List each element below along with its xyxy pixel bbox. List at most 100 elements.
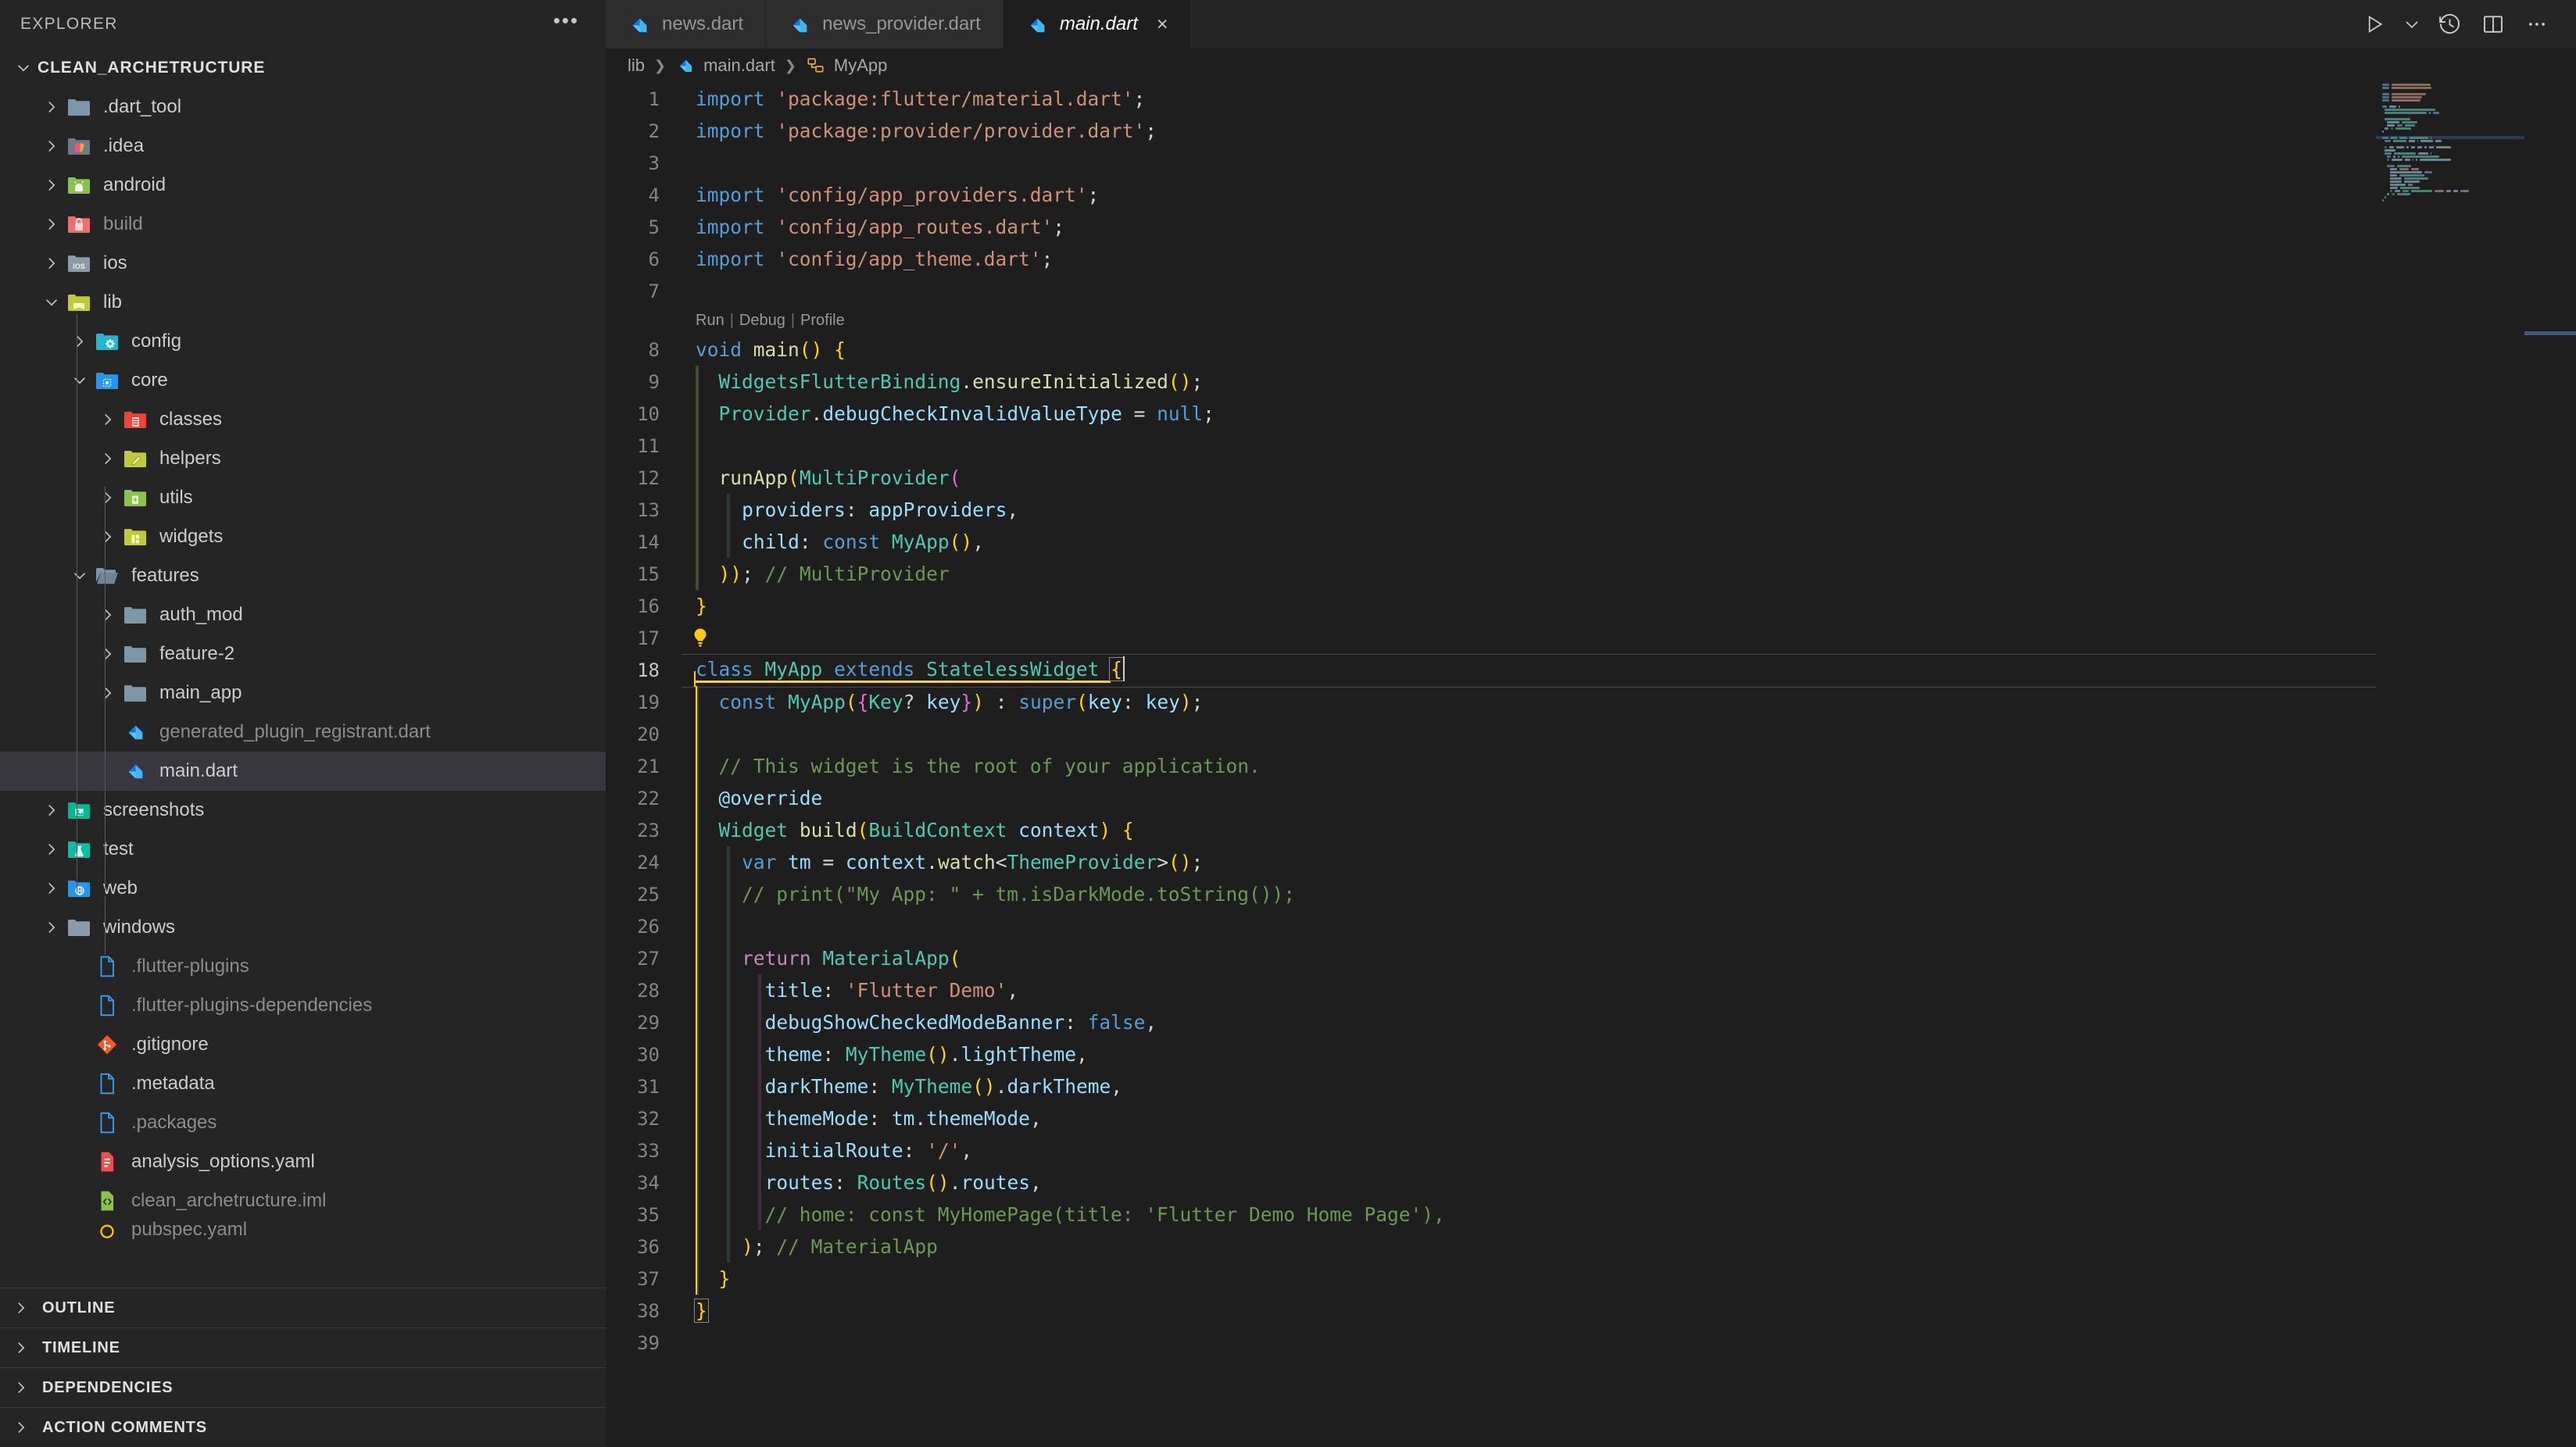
ellipsis-icon[interactable] <box>2515 0 2559 48</box>
chevron-right-icon[interactable] <box>11 1299 31 1317</box>
code-line-12[interactable]: 12 runApp(MultiProvider( <box>606 462 2576 494</box>
chevron-down-icon[interactable] <box>38 294 66 311</box>
tree-root-folder[interactable]: CLEAN_ARCHETRUCTURE <box>0 48 606 88</box>
tree-file-clean_archetructure.iml[interactable]: clean_archetructure.iml <box>0 1181 606 1220</box>
chevron-right-icon[interactable] <box>94 450 122 467</box>
breadcrumb-item-main.dart[interactable]: main.dart <box>675 55 775 76</box>
tree-folder-test[interactable]: test <box>0 830 606 869</box>
tree-folder-ios[interactable]: iOSios <box>0 244 606 283</box>
tree-folder-screenshots[interactable]: screenshots <box>0 791 606 830</box>
code-line-13[interactable]: 13 providers: appProviders, <box>606 494 2576 526</box>
tree-file-generated_plugin_registrant.dart[interactable]: generated_plugin_registrant.dart <box>0 713 606 752</box>
chevron-down-icon[interactable] <box>9 59 38 77</box>
chevron-down-icon[interactable] <box>2396 0 2428 48</box>
chevron-right-icon[interactable] <box>38 255 66 272</box>
chevron-right-icon[interactable] <box>38 802 66 819</box>
tree-file-analysis_options.yaml[interactable]: analysis_options.yaml <box>0 1142 606 1181</box>
code-line-21[interactable]: 21 // This widget is the root of your ap… <box>606 750 2576 782</box>
codelens-profile[interactable]: Profile <box>800 312 845 330</box>
editor-overview-ruler[interactable] <box>2524 83 2576 1447</box>
tree-file-.metadata[interactable]: .metadata <box>0 1064 606 1103</box>
editor-tab-news.dart[interactable]: news.dart <box>606 0 766 48</box>
chevron-right-icon[interactable] <box>38 919 66 936</box>
code-editor[interactable]: 1import 'package:flutter/material.dart';… <box>606 83 2576 1447</box>
code-line-37[interactable]: 37 } <box>606 1263 2576 1295</box>
sidebar-panel-action-comments[interactable]: ACTION COMMENTS <box>0 1407 606 1447</box>
breadcrumb-item-lib[interactable]: lib <box>628 55 645 76</box>
split-editor-icon[interactable] <box>2471 0 2515 48</box>
chevron-right-icon[interactable] <box>94 645 122 663</box>
code-line-24[interactable]: 24 var tm = context.watch<ThemeProvider>… <box>606 846 2576 878</box>
tree-folder-core[interactable]: core <box>0 361 606 400</box>
code-line-19[interactable]: 19 const MyApp({Key? key}) : super(key: … <box>606 686 2576 718</box>
chevron-right-icon[interactable] <box>94 684 122 702</box>
chevron-right-icon[interactable] <box>11 1379 31 1396</box>
code-line-14[interactable]: 14 child: const MyApp(), <box>606 526 2576 558</box>
code-line-10[interactable]: 10 Provider.debugCheckInvalidValueType =… <box>606 398 2576 430</box>
code-line-5[interactable]: 5import 'config/app_routes.dart'; <box>606 211 2576 243</box>
chevron-right-icon[interactable] <box>94 411 122 428</box>
code-line-38[interactable]: 38} <box>606 1295 2576 1327</box>
chevron-down-icon[interactable] <box>66 372 94 389</box>
tree-folder-feature-2[interactable]: feature-2 <box>0 634 606 673</box>
tree-folder-widgets[interactable]: widgets <box>0 517 606 556</box>
close-icon[interactable]: × <box>1157 13 1168 36</box>
code-line-17[interactable]: 17 <box>606 622 2576 654</box>
code-line-1[interactable]: 1import 'package:flutter/material.dart'; <box>606 83 2576 115</box>
code-line-6[interactable]: 6import 'config/app_theme.dart'; <box>606 243 2576 275</box>
code-line-33[interactable]: 33 initialRoute: '/', <box>606 1134 2576 1167</box>
chevron-right-icon[interactable] <box>66 333 94 350</box>
code-line-7[interactable]: 7 <box>606 275 2576 307</box>
tree-folder-auth_mod[interactable]: auth_mod <box>0 595 606 634</box>
code-line-23[interactable]: 23 Widget build(BuildContext context) { <box>606 814 2576 846</box>
code-line-36[interactable]: 36 ); // MaterialApp <box>606 1231 2576 1263</box>
code-line-26[interactable]: 26 <box>606 910 2576 942</box>
code-line-39[interactable]: 39 <box>606 1327 2576 1359</box>
code-line-31[interactable]: 31 darkTheme: MyTheme().darkTheme, <box>606 1070 2576 1102</box>
chevron-right-icon[interactable] <box>38 880 66 897</box>
chevron-right-icon[interactable] <box>11 1419 31 1436</box>
editor-tab-news_provider.dart[interactable]: news_provider.dart <box>766 0 1004 48</box>
code-line-32[interactable]: 32 themeMode: tm.themeMode, <box>606 1102 2576 1134</box>
chevron-right-icon[interactable] <box>38 841 66 858</box>
tree-folder-.idea[interactable]: .idea <box>0 127 606 166</box>
tree-folder-helpers[interactable]: helpers <box>0 439 606 478</box>
tree-folder-lib[interactable]: lib <box>0 283 606 322</box>
tree-file-.packages[interactable]: .packages <box>0 1103 606 1142</box>
code-line-9[interactable]: 9 WidgetsFlutterBinding.ensureInitialize… <box>606 366 2576 398</box>
chevron-right-icon[interactable] <box>38 177 66 194</box>
breadcrumb-item-MyApp[interactable]: MyApp <box>806 55 887 76</box>
editor-tab-main.dart[interactable]: main.dart× <box>1004 0 1191 48</box>
chevron-right-icon[interactable] <box>38 138 66 155</box>
sidebar-panel-timeline[interactable]: TIMELINE <box>0 1327 606 1367</box>
tree-folder-android[interactable]: android <box>0 166 606 205</box>
tree-folder-main_app[interactable]: main_app <box>0 673 606 713</box>
code-line-16[interactable]: 16} <box>606 590 2576 622</box>
quick-fix-lightbulb-icon[interactable] <box>691 627 711 650</box>
chevron-down-icon[interactable] <box>66 567 94 584</box>
code-line-28[interactable]: 28 title: 'Flutter Demo', <box>606 974 2576 1006</box>
chevron-right-icon[interactable] <box>94 528 122 545</box>
history-clock-icon[interactable] <box>2428 0 2471 48</box>
tree-file-pubspec.yaml[interactable]: pubspec.yaml <box>0 1220 606 1239</box>
chevron-right-icon[interactable] <box>11 1339 31 1356</box>
tree-file-.flutter-plugins-dependencies[interactable]: .flutter-plugins-dependencies <box>0 986 606 1025</box>
sidebar-panel-dependencies[interactable]: DEPENDENCIES <box>0 1367 606 1407</box>
tree-folder-windows[interactable]: windows <box>0 908 606 947</box>
code-line-18[interactable]: 18class MyApp extends StatelessWidget { <box>606 654 2576 686</box>
code-line-3[interactable]: 3 <box>606 147 2576 179</box>
tree-folder-build[interactable]: build <box>0 205 606 244</box>
code-line-4[interactable]: 4import 'config/app_providers.dart'; <box>606 179 2576 211</box>
code-line-15[interactable]: 15 )); // MultiProvider <box>606 558 2576 590</box>
code-line-27[interactable]: 27 return MaterialApp( <box>606 942 2576 974</box>
codelens-run[interactable]: Run <box>696 312 724 330</box>
tree-file-.flutter-plugins[interactable]: .flutter-plugins <box>0 947 606 986</box>
tree-folder-.dart_tool[interactable]: .dart_tool <box>0 88 606 127</box>
file-tree[interactable]: CLEAN_ARCHETRUCTURE.dart_tool.ideaandroi… <box>0 48 606 1288</box>
code-line-20[interactable]: 20 <box>606 718 2576 750</box>
tree-folder-web[interactable]: web <box>0 869 606 908</box>
chevron-right-icon[interactable] <box>94 606 122 623</box>
tree-folder-config[interactable]: config <box>0 322 606 361</box>
tree-folder-features[interactable]: features <box>0 556 606 595</box>
explorer-more-icon[interactable]: ••• <box>553 16 579 32</box>
